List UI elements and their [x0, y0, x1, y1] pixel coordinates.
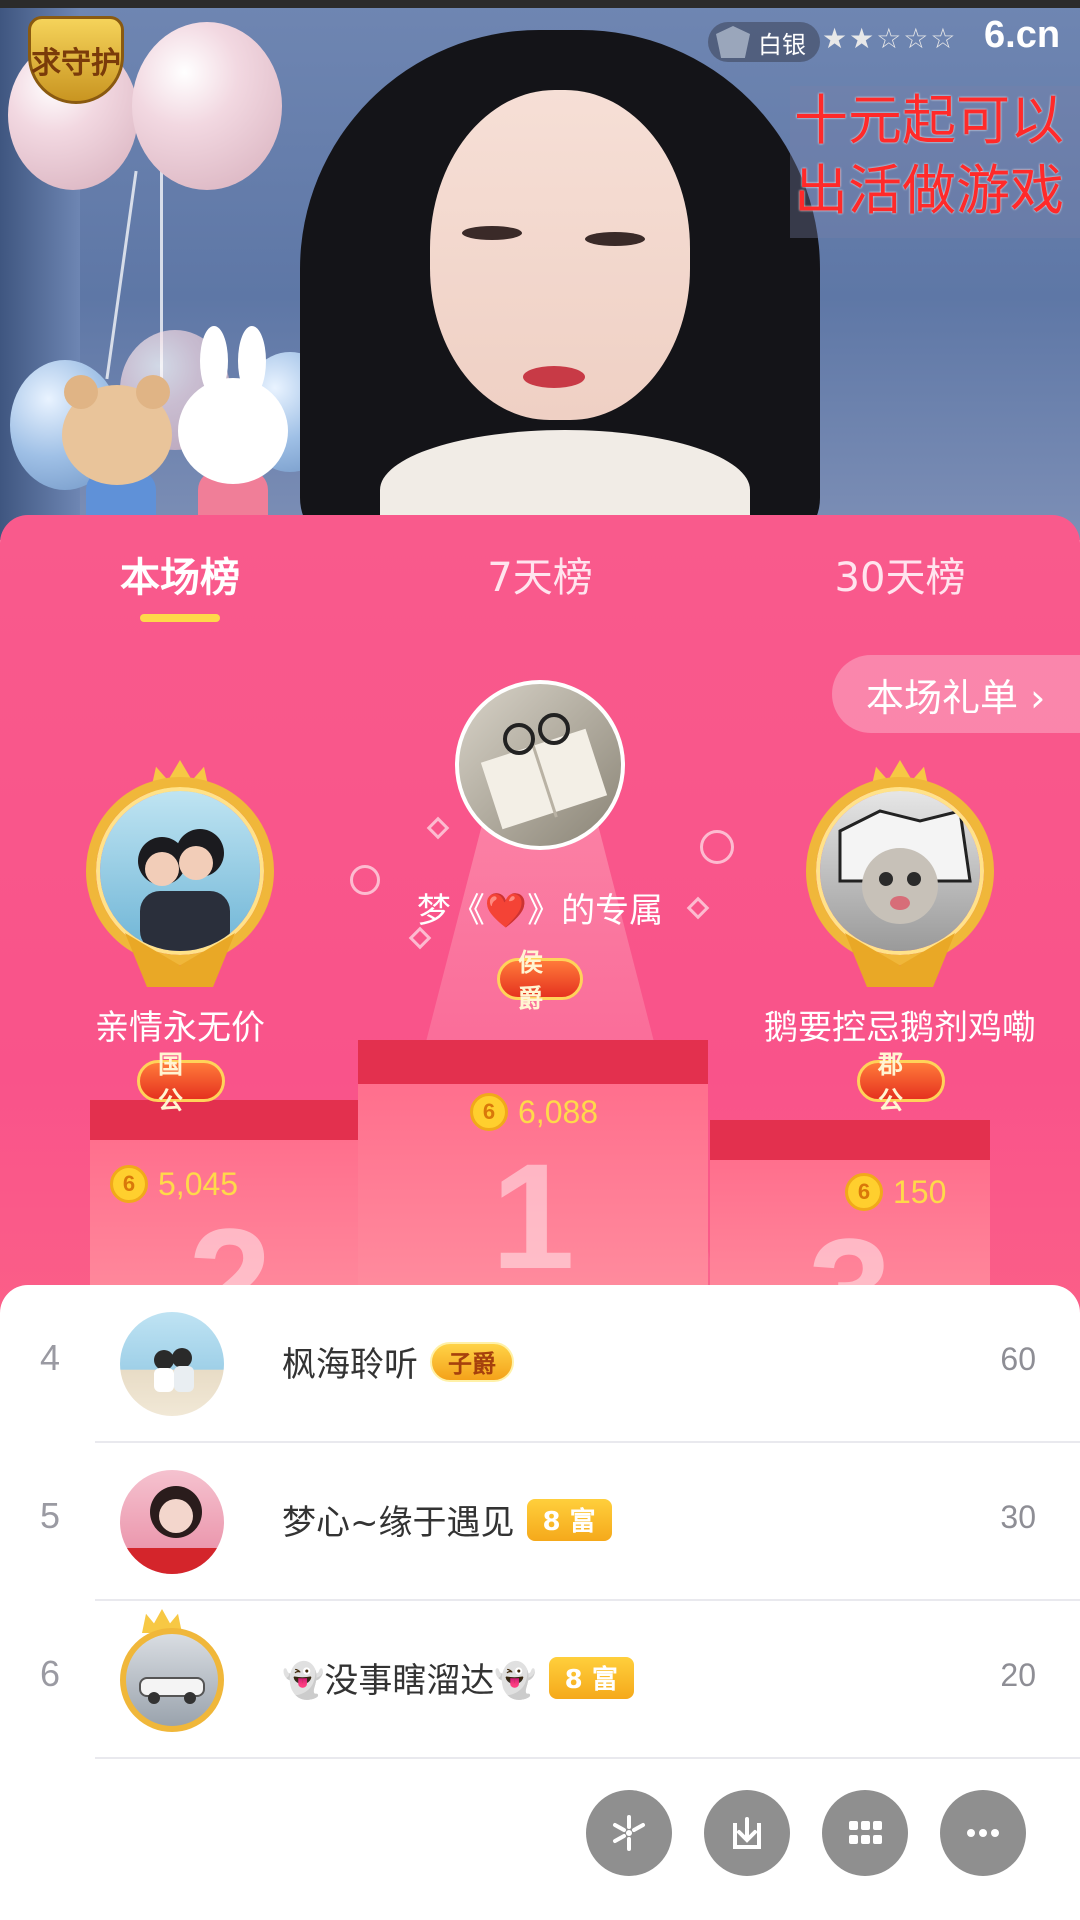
- list-rank: 5: [40, 1495, 61, 1536]
- overlay-line: 十元起可以: [794, 89, 1064, 152]
- balloon: [132, 22, 282, 190]
- list-score: 30: [1000, 1499, 1036, 1535]
- third-place-avatar[interactable]: [820, 791, 980, 951]
- third-place-score-value: 150: [893, 1173, 947, 1210]
- sparkle: [426, 816, 450, 840]
- second-place-avatar[interactable]: [100, 791, 260, 951]
- coin-icon: 6: [110, 1165, 148, 1203]
- tab-7-days[interactable]: 7天榜: [360, 515, 720, 640]
- second-place-score-value: 5,045: [158, 1165, 239, 1202]
- list-name: 枫海聆听 子爵: [282, 1337, 514, 1386]
- sparkle: [700, 830, 734, 864]
- nobility-badge: 子爵: [430, 1341, 514, 1382]
- list-name-text: 👻没事瞎溜达👻: [282, 1661, 537, 1701]
- third-place-title-badge: 郡公: [857, 1050, 945, 1115]
- avatar[interactable]: [120, 1470, 224, 1574]
- coin-icon: 6: [845, 1173, 883, 1211]
- cat-photo-icon: [838, 809, 972, 924]
- list-name: 👻没事瞎溜达👻 8 富: [282, 1653, 634, 1702]
- divider: [95, 1757, 1080, 1759]
- second-place-score: 6 5,045: [110, 1165, 238, 1203]
- list-item[interactable]: 5 梦心~缘于遇见 8 富 30: [0, 1443, 1080, 1601]
- list-name-text: 梦心~缘于遇见: [282, 1503, 515, 1543]
- live-video[interactable]: 求守护 白银 ★★☆☆☆ 6.cn 十元起可以 出活做游戏: [0, 0, 1080, 540]
- couple-photo-icon: [138, 829, 230, 951]
- host-rank-label: 白银: [758, 30, 806, 59]
- overlay-line: 出活做游戏: [794, 159, 1064, 222]
- tab-this-session[interactable]: 本场榜: [0, 515, 360, 640]
- third-place-name: 鹅要控忌鹅剂鸡嘞: [764, 1008, 1036, 1048]
- first-place-name: 梦《❤️》的专属: [416, 891, 664, 931]
- rank-shield-icon: [716, 26, 750, 58]
- more-button[interactable]: [940, 1790, 1026, 1876]
- podium-number: 1: [491, 1132, 575, 1300]
- share-button[interactable]: [586, 1790, 672, 1876]
- streamer-eye: [462, 226, 522, 240]
- wealth-level-badge: 8 富: [548, 1656, 634, 1699]
- avatar[interactable]: [120, 1628, 224, 1732]
- bear-sticker: [62, 375, 172, 485]
- download-button[interactable]: [704, 1790, 790, 1876]
- host-rank-chip[interactable]: 白银: [708, 22, 820, 62]
- session-gift-list-button[interactable]: 本场礼单 ›: [832, 655, 1080, 733]
- balloon-string: [105, 170, 138, 380]
- bunny-sticker: [178, 326, 288, 484]
- list-item[interactable]: 6 👻没事瞎溜达👻 8 富 20: [0, 1601, 1080, 1759]
- guard-badge-label: 求守护: [31, 47, 121, 80]
- streamer-eye: [585, 232, 645, 246]
- brand-logo: 6.cn: [984, 14, 1061, 56]
- ranking-list[interactable]: 4 枫海聆听 子爵 60 5 梦心~缘于遇见 8 富 30 6 👻没事瞎溜达👻 …: [0, 1285, 1080, 1920]
- more-icon: [967, 1829, 999, 1837]
- list-name-text: 枫海聆听: [282, 1345, 418, 1385]
- car-photo-icon: [139, 1677, 205, 1704]
- wealth-level-badge: 8 富: [526, 1498, 612, 1541]
- host-rating-stars: ★★☆☆☆: [822, 22, 958, 55]
- first-place-score-value: 6,088: [518, 1093, 599, 1130]
- second-place-name: 亲情永无价: [95, 1008, 265, 1048]
- first-place-avatar[interactable]: [455, 680, 625, 850]
- girl-photo-icon: [120, 1486, 224, 1574]
- status-strip: [0, 0, 1080, 8]
- first-place-title-badge: 侯爵: [497, 948, 583, 1013]
- ranking-tabs: 本场榜 7天榜 30天榜: [0, 515, 1080, 640]
- stream-overlay-text: 十元起可以 出活做游戏: [790, 86, 1080, 238]
- third-place-score: 6 150: [845, 1173, 946, 1211]
- grid-icon: [849, 1821, 882, 1844]
- beach-couple-photo-icon: [154, 1348, 194, 1392]
- list-score: 20: [1000, 1657, 1036, 1693]
- share-icon: [613, 1815, 645, 1851]
- tab-30-days[interactable]: 30天榜: [720, 515, 1080, 640]
- list-rank: 6: [40, 1653, 61, 1694]
- streamer-lips: [523, 366, 585, 388]
- book-photo-icon: [480, 713, 608, 830]
- list-rank: 4: [40, 1337, 61, 1378]
- download-icon: [733, 1817, 761, 1849]
- second-place-title-badge: 国公: [137, 1050, 225, 1115]
- first-place-score: 6 6,088: [470, 1093, 598, 1131]
- coin-icon: 6: [470, 1093, 508, 1131]
- list-name: 梦心~缘于遇见 8 富: [282, 1495, 612, 1544]
- list-item[interactable]: 4 枫海聆听 子爵 60: [0, 1285, 1080, 1443]
- avatar[interactable]: [120, 1312, 224, 1416]
- grid-menu-button[interactable]: [822, 1790, 908, 1876]
- list-score: 60: [1000, 1341, 1036, 1377]
